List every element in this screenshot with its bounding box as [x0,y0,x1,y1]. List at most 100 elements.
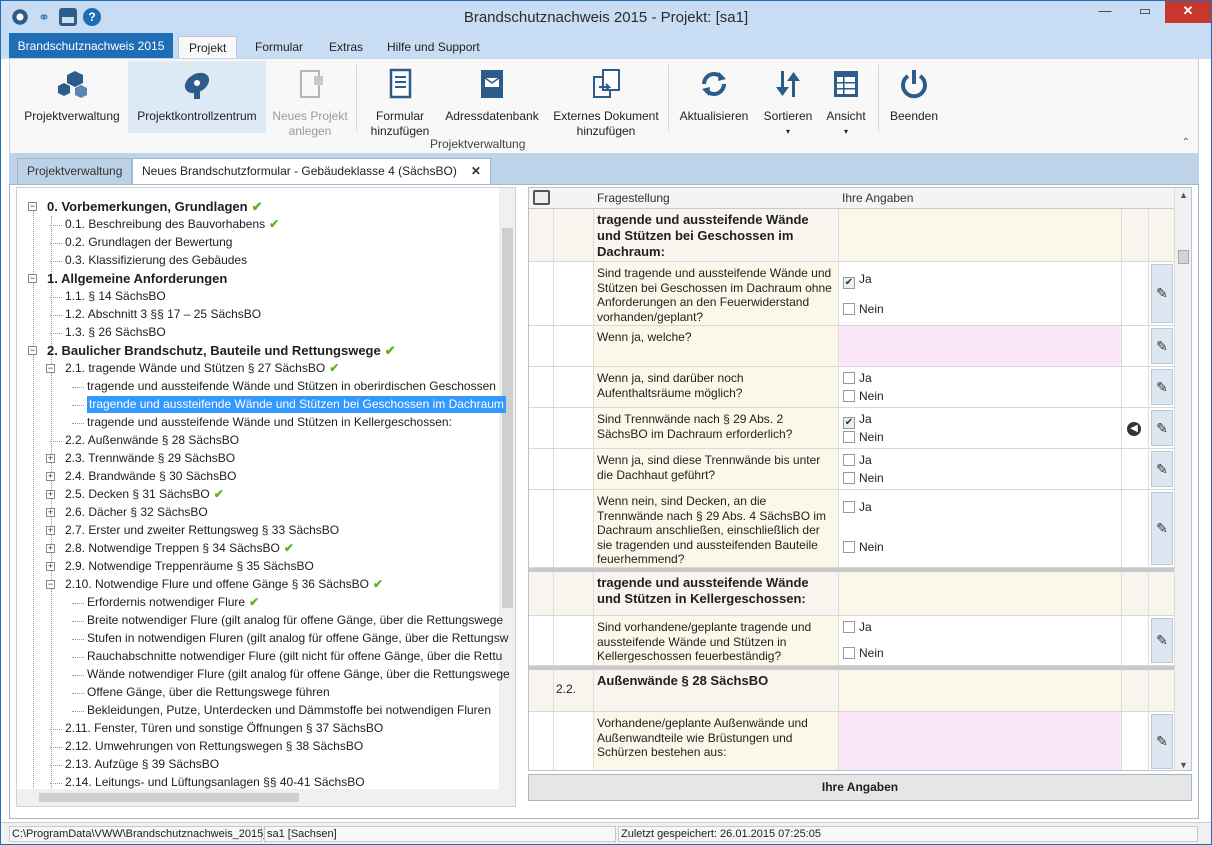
tab-hilfe[interactable]: Hilfe und Support [377,36,490,59]
tree-node[interactable]: 2. Baulicher Brandschutz, Bauteile und R… [47,342,396,359]
expand-node-icon[interactable]: + [46,544,55,553]
tree-horizontal-scrollbar[interactable] [17,789,501,806]
tree-node[interactable]: 2.12. Umwehrungen von Rettungswegen § 38… [65,738,363,755]
ja-checkbox[interactable]: ✔ Ja [843,272,872,289]
neues-projekt-button[interactable]: Neues Projekt anlegen [268,61,352,138]
nein-checkbox[interactable]: Nein [843,389,884,403]
checkbox-box[interactable] [843,390,855,402]
tree-node[interactable]: Bekleidungen, Putze, Unterdecken und Däm… [87,702,491,719]
collapse-node-icon[interactable]: − [28,202,37,211]
minimize-button[interactable]: — [1085,1,1125,23]
checkbox-box[interactable] [843,372,855,384]
expand-node-icon[interactable]: + [46,562,55,571]
expand-node-icon[interactable]: + [46,454,55,463]
answer-cell[interactable]: ✔ Ja Nein [839,262,1122,325]
projektverwaltung-button[interactable]: Projektverwaltung [16,61,128,133]
scroll-up-icon[interactable]: ▲ [1179,190,1188,200]
projektkontrollzentrum-button[interactable]: Projektkontrollzentrum [128,61,266,133]
tree-node[interactable]: Offene Gänge, über die Rettungswege führ… [87,684,330,701]
tree-node[interactable]: 2.8. Notwendige Treppen § 34 SächsBO ✔ [65,540,294,557]
tree-node[interactable]: 2.1. tragende Wände und Stützen § 27 Säc… [65,360,339,377]
tree-node[interactable]: Breite notwendiger Flure (gilt analog fü… [87,612,503,629]
edit-note-icon[interactable]: ✎ [1151,451,1173,487]
nein-checkbox[interactable]: Nein [843,471,884,485]
expand-node-icon[interactable]: + [46,508,55,517]
tab-projektverwaltung[interactable]: Projektverwaltung [17,158,133,184]
tree-node[interactable]: Rauchabschnitte notwendiger Flure (gilt … [87,648,502,665]
file-tab[interactable]: Brandschutznachweis 2015 [9,33,173,59]
formular-hinzufuegen-button[interactable]: Formular hinzufügen [362,61,438,138]
scroll-thumb[interactable] [502,228,513,608]
edit-note-icon[interactable]: ✎ [1151,492,1173,565]
answer-cell[interactable]: Ja Nein [839,490,1122,567]
answer-cell[interactable] [839,712,1122,770]
tab-projekt[interactable]: Projekt [178,36,238,59]
edit-note-icon[interactable]: ✎ [1151,410,1173,446]
answer-cell[interactable]: Ja Nein [839,616,1122,665]
maximize-button[interactable]: ▭ [1125,1,1165,23]
tree-node[interactable]: 2.5. Decken § 31 SächsBO ✔ [65,486,224,503]
ihre-angaben-button[interactable]: Ihre Angaben [528,774,1192,801]
checkbox-box[interactable]: ✔ [843,277,855,289]
collapse-node-icon[interactable]: − [46,364,55,373]
nein-checkbox[interactable]: Nein [843,646,884,660]
checkbox-box[interactable] [843,621,855,633]
checkbox-box[interactable] [843,454,855,466]
checkbox-box[interactable] [843,472,855,484]
tree-node[interactable]: 2.14. Leitungs- und Lüftungsanlagen §§ 4… [65,774,365,791]
tree-node[interactable]: 2.11. Fenster, Türen und sonstige Öffnun… [65,720,383,737]
sortieren-button[interactable]: Sortieren ▾ [758,61,818,136]
tree-vertical-scrollbar[interactable] [499,188,515,806]
externes-dokument-button[interactable]: Externes Dokument hinzufügen [548,61,664,138]
close-button[interactable]: ✕ [1165,1,1211,23]
expand-node-icon[interactable]: + [46,472,55,481]
ja-checkbox[interactable]: Ja [843,371,872,385]
edit-note-icon[interactable]: ✎ [1151,328,1173,364]
close-tab-icon[interactable]: ✕ [471,164,481,178]
tab-brandschutzformular[interactable]: Neues Brandschutzformular - Gebäudeklass… [132,158,491,184]
checkbox-box[interactable]: ✔ [843,417,855,429]
tree-node[interactable]: 1.3. § 26 SächsBO [65,324,166,341]
tree-node[interactable]: 1.2. Abschnitt 3 §§ 17 – 25 SächsBO [65,306,261,323]
checkbox-box[interactable] [843,431,855,443]
aktualisieren-button[interactable]: Aktualisieren [674,61,754,133]
tab-formular[interactable]: Formular [245,36,313,59]
edit-note-icon[interactable]: ✎ [1151,264,1173,323]
tree-node[interactable]: 0.2. Grundlagen der Bewertung [65,234,232,251]
nein-checkbox[interactable]: Nein [843,430,884,444]
print-icon[interactable] [533,190,550,205]
grid-vertical-scrollbar[interactable]: ▲ ▼ [1174,188,1191,770]
expand-node-icon[interactable]: + [46,490,55,499]
tree-node[interactable]: 0. Vorbemerkungen, Grundlagen ✔ [47,198,262,215]
tree-node[interactable]: tragende und aussteifende Wände und Stüt… [87,414,452,431]
scroll-down-icon[interactable]: ▼ [1179,760,1188,770]
checkbox-box[interactable] [843,303,855,315]
tree-node[interactable]: 2.9. Notwendige Treppenräume § 35 SächsB… [65,558,314,575]
checkbox-box[interactable] [843,647,855,659]
scroll-thumb[interactable] [39,793,299,802]
ansicht-button[interactable]: Ansicht ▾ [820,61,872,136]
tree-node[interactable]: tragende und aussteifende Wände und Stüt… [87,378,496,395]
tree-node[interactable]: 1.1. § 14 SächsBO [65,288,166,305]
tree-node[interactable]: 2.10. Notwendige Flure und offene Gänge … [65,576,383,593]
beenden-button[interactable]: Beenden [884,61,944,133]
checkbox-box[interactable] [843,501,855,513]
collapse-ribbon-icon[interactable]: ⌃ [1182,137,1190,148]
scroll-thumb[interactable] [1178,250,1189,264]
tree-node[interactable]: 2.7. Erster und zweiter Rettungsweg § 33… [65,522,339,539]
tree-node[interactable]: 2.3. Trennwände § 29 SächsBO [65,450,235,467]
tree-node[interactable]: tragende und aussteifende Wände und Stüt… [87,396,506,413]
answer-cell[interactable] [839,326,1122,366]
nein-checkbox[interactable]: Nein [843,302,884,316]
answer-cell[interactable]: ✔ Ja Nein [839,408,1122,448]
ja-checkbox[interactable]: ✔ Ja [843,412,872,429]
collapse-node-icon[interactable]: − [46,580,55,589]
tree-node[interactable]: 0.1. Beschreibung des Bauvorhabens ✔ [65,216,279,233]
answer-cell[interactable]: Ja Nein [839,449,1122,489]
edit-note-icon[interactable]: ✎ [1151,369,1173,405]
tree-node[interactable]: 2.2. Außenwände § 28 SächsBO [65,432,239,449]
tree-node[interactable]: 1. Allgemeine Anforderungen [47,270,227,287]
tree-node[interactable]: Wände notwendiger Flure (gilt analog für… [87,666,510,683]
tree-node[interactable]: 0.3. Klassifizierung des Gebäudes [65,252,247,269]
expand-node-icon[interactable]: + [46,526,55,535]
